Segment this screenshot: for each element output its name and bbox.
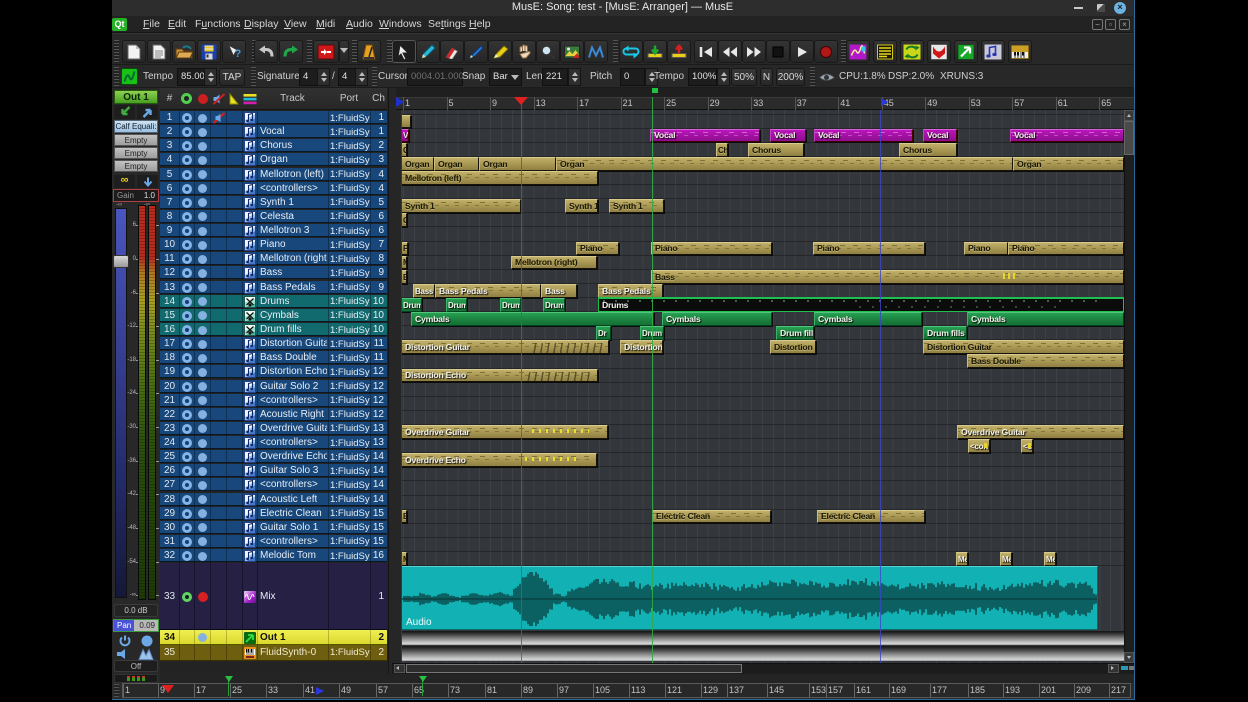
svg-text:?: ? — [235, 48, 242, 60]
